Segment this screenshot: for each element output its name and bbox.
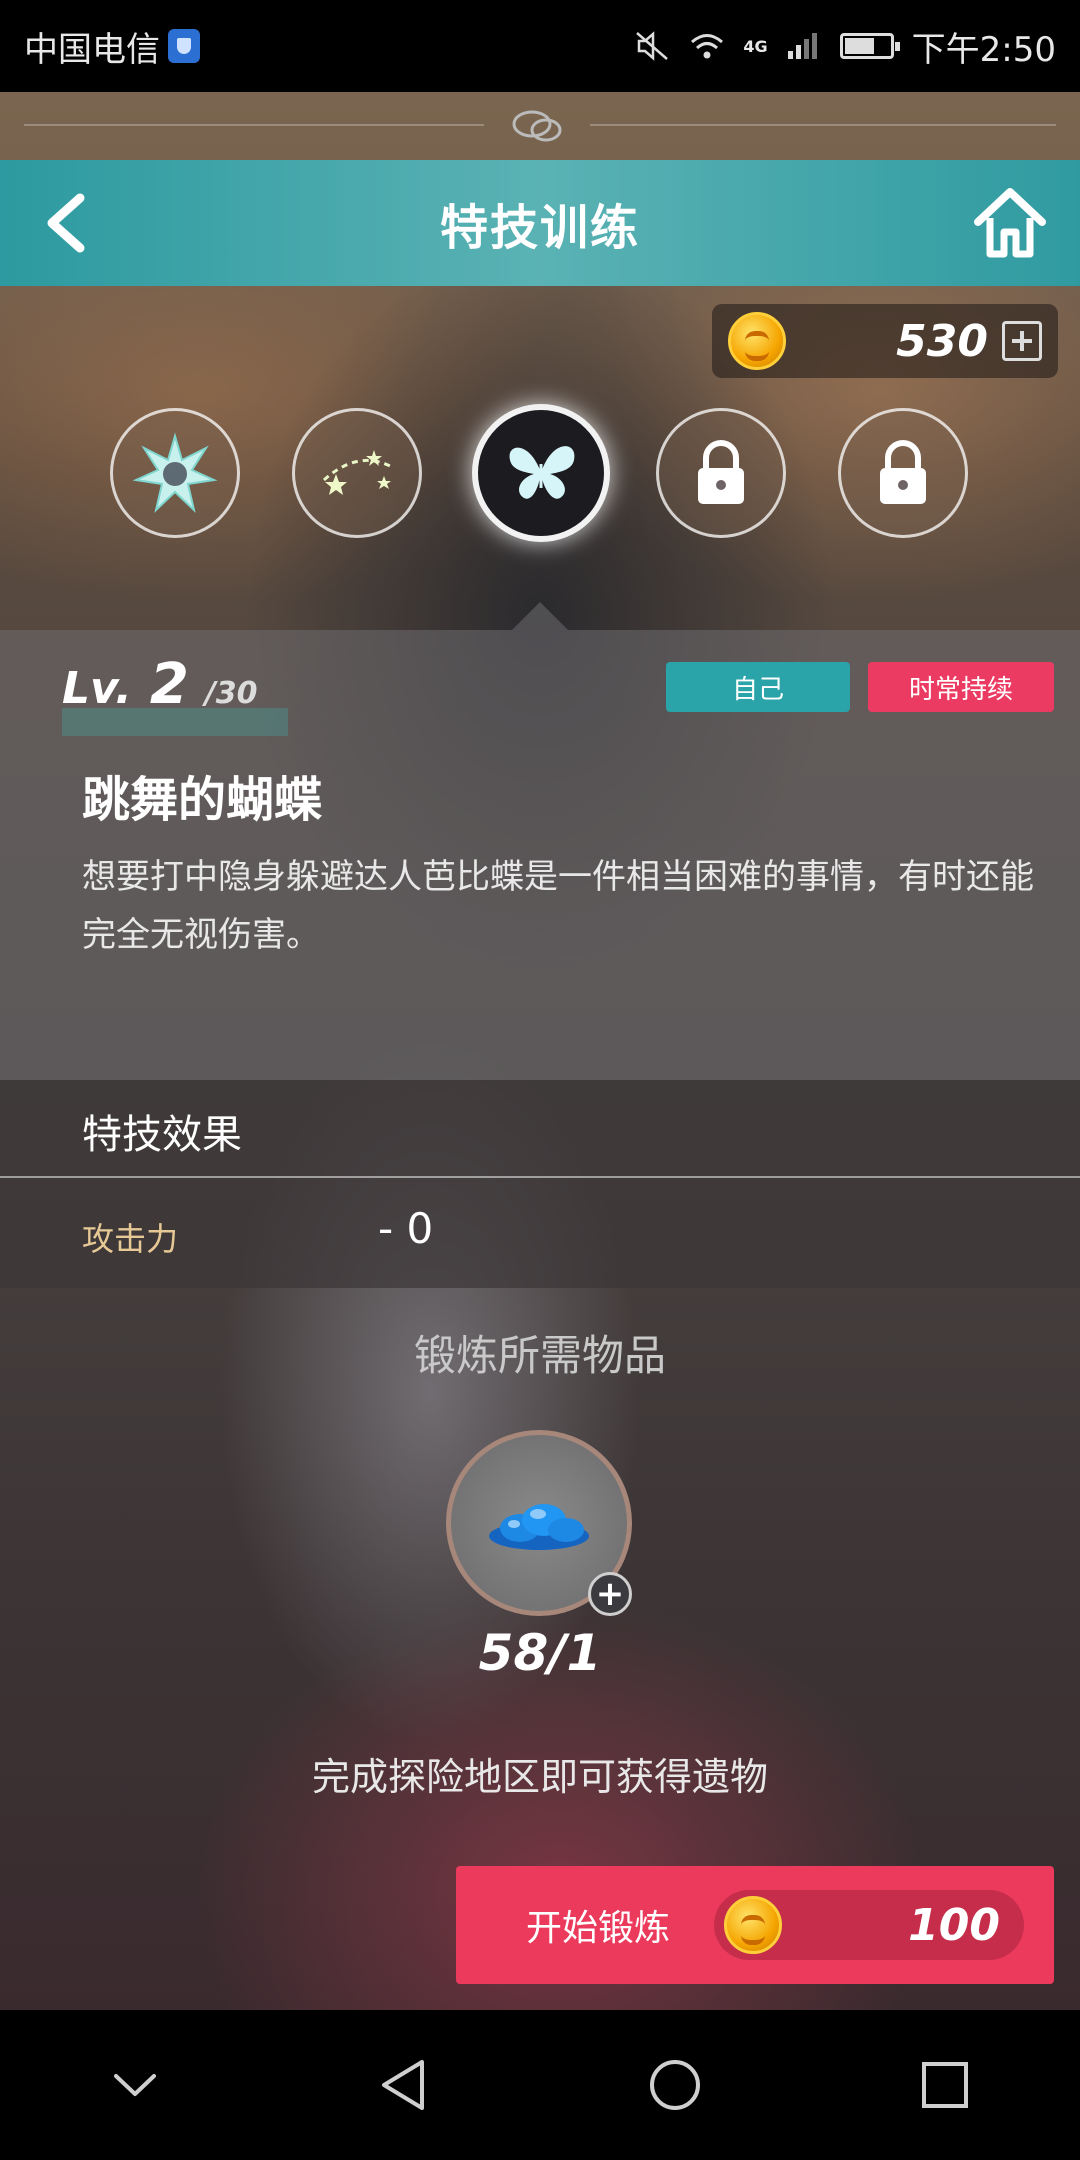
add-currency-button[interactable] (1002, 321, 1042, 361)
effect-stat-value: - 0 (378, 1204, 434, 1253)
butterfly-icon (509, 446, 575, 499)
chevron-down-icon[interactable] (100, 2050, 170, 2120)
tag-target: 自己 (666, 662, 850, 712)
nav-recents-icon[interactable] (910, 2050, 980, 2120)
status-bar: 中国电信 4G 下午2:50 (0, 0, 1080, 92)
item-count: 58/1 (478, 1624, 602, 1682)
top-strip (0, 92, 1080, 160)
nav-home-icon[interactable] (640, 2050, 710, 2120)
skill-effect-panel: 特技效果 攻击力 - 0 (0, 1080, 1080, 1288)
level-value: 2 (149, 652, 189, 717)
skill-info-panel: Lv. 2 /30 自己 时常持续 跳舞的蝴蝶 想要打中隐身躲避达人芭比蝶是一件… (0, 630, 1080, 1080)
add-item-button[interactable]: + (588, 1572, 632, 1616)
header-bar: 特技训练 (0, 160, 1080, 286)
start-training-label: 开始锻炼 (526, 1908, 671, 1949)
skill-slot-4-locked[interactable] (656, 408, 786, 538)
system-nav-bar (0, 2010, 1080, 2160)
home-icon[interactable] (970, 184, 1050, 260)
nav-back-icon[interactable] (370, 2050, 440, 2120)
gold-coin-icon (724, 1896, 782, 1954)
divider (590, 124, 1056, 126)
app-screen: 特技训练 530 Lv. 2 /30 自己 时常持续 跳舞的蝴蝶 想要打中隐身躲… (0, 92, 1080, 2010)
wifi-icon (691, 34, 724, 59)
stars-orbit-icon (322, 450, 391, 495)
level-prefix: Lv. (62, 663, 132, 714)
effect-title: 特技效果 (82, 1112, 242, 1158)
level-max: /30 (204, 676, 258, 711)
divider (24, 124, 484, 126)
lock-icon (880, 440, 926, 504)
back-arrow-icon[interactable] (36, 188, 106, 258)
network-type: 4G (743, 36, 768, 56)
requirements-title: 锻炼所需物品 (413, 1331, 666, 1380)
skill-name: 跳舞的蝴蝶 (82, 772, 323, 828)
blue-crystal-icon (489, 1504, 589, 1550)
skill-slot-3-selected[interactable] (472, 404, 610, 542)
start-training-button[interactable]: 开始锻炼 100 (456, 1866, 1054, 1984)
skill-slot-2[interactable] (292, 408, 422, 538)
carrier: 中国电信 (24, 22, 200, 71)
tag-duration: 时常持续 (868, 662, 1054, 712)
carrier-name: 中国电信 (24, 29, 160, 70)
cost-pill: 100 (714, 1890, 1024, 1960)
level-badge: Lv. 2 /30 (62, 652, 258, 717)
clock: 下午2:50 (911, 29, 1056, 70)
effect-stat-label: 攻击力 (82, 1220, 179, 1258)
skill-slot-1[interactable] (110, 408, 240, 538)
chat-bubble-icon[interactable] (510, 106, 566, 146)
currency-box: 530 (712, 304, 1058, 378)
battery-icon (839, 33, 900, 59)
training-cost: 100 (908, 1899, 1000, 1951)
shield-icon (168, 29, 200, 63)
divider (0, 1176, 1080, 1178)
lock-icon (698, 440, 744, 504)
skill-slot-5-locked[interactable] (838, 408, 968, 538)
page-title: 特技训练 (439, 200, 640, 256)
selection-pointer (512, 602, 568, 630)
signal-icon (787, 33, 817, 59)
flower-burst-icon (132, 432, 218, 514)
currency-amount: 530 (896, 315, 988, 367)
skill-selector (0, 404, 1080, 548)
mute-icon (636, 31, 669, 61)
status-icons: 4G 下午2:50 (635, 22, 1056, 71)
skill-description: 想要打中隐身躲避达人芭比蝶是一件相当困难的事情，有时还能完全无视伤害。 (82, 857, 1034, 955)
acquire-hint: 完成探险地区即可获得遗物 (311, 1755, 768, 1799)
gold-coin-icon (728, 312, 786, 370)
